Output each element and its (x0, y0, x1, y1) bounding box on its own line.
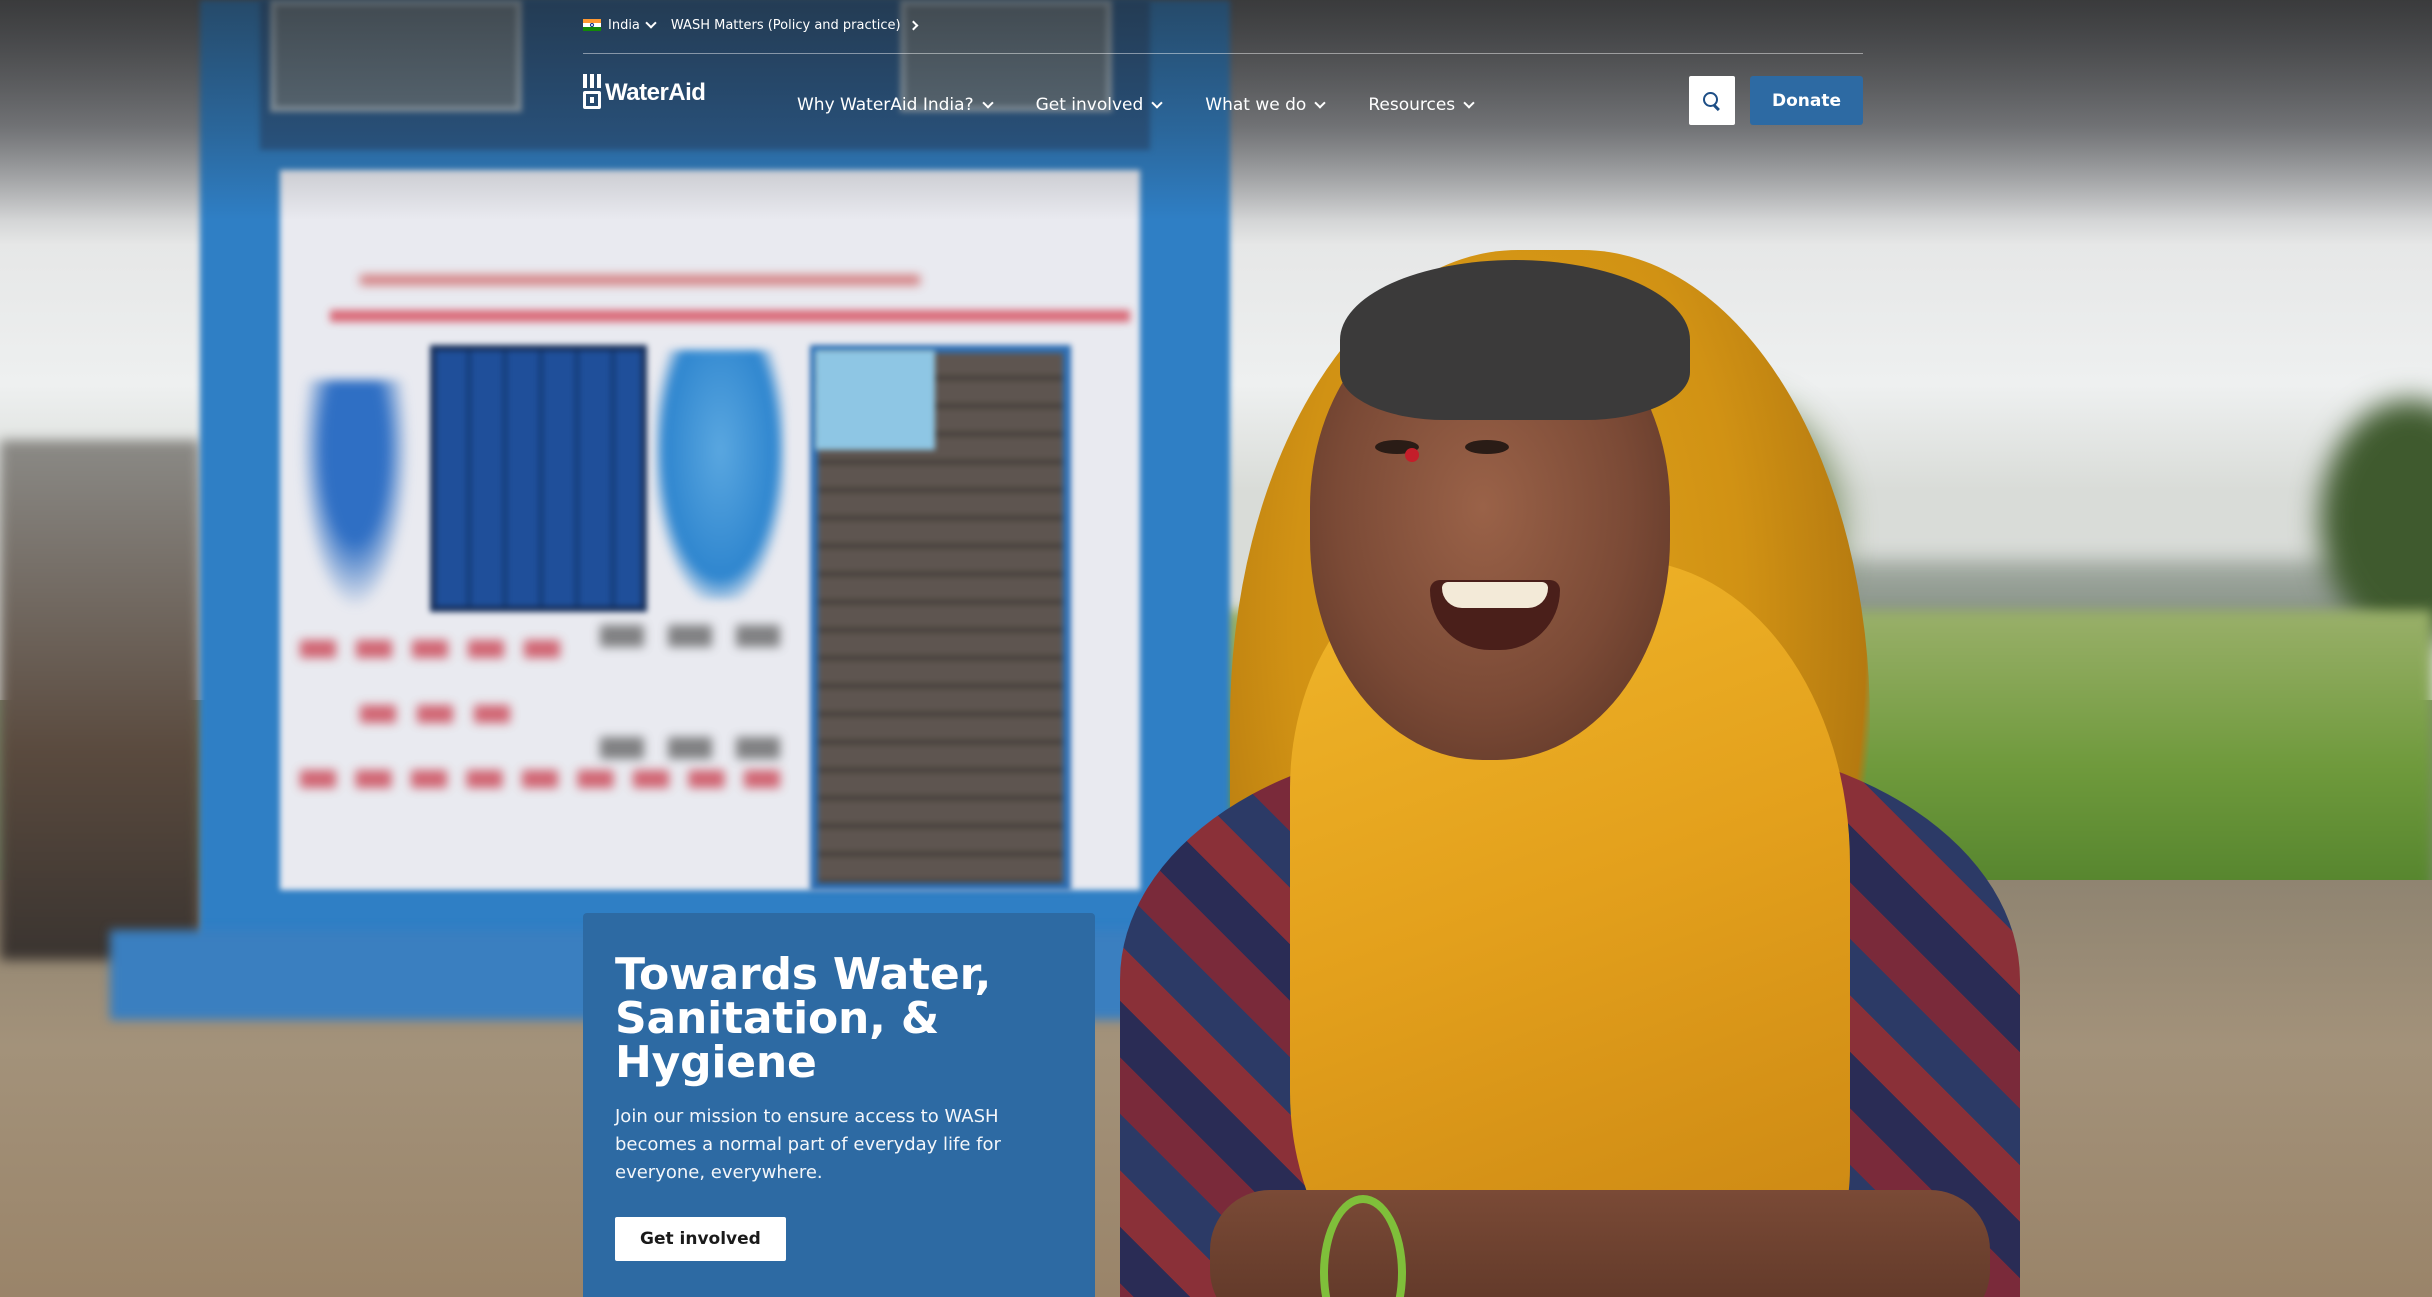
hero-title: Towards Water, Sanitation, & Hygiene (615, 949, 992, 1088)
main-nav: Why WaterAid India? Get involved What we… (797, 90, 1517, 120)
country-selector[interactable]: India (583, 17, 657, 33)
hero-background-image (0, 0, 2432, 1297)
nav-item-why-wateraid-india[interactable]: Why WaterAid India? (797, 95, 994, 115)
wash-matters-link[interactable]: WASH Matters (Policy and practice) (670, 17, 919, 33)
page: India WASH Matters (Policy and practice)… (0, 0, 2432, 1297)
wateraid-logo[interactable]: WaterAid (583, 73, 706, 113)
country-label: India (608, 17, 640, 33)
chevron-down-icon (1151, 97, 1163, 109)
utility-bar: India WASH Matters (Policy and practice) (583, 14, 919, 36)
search-icon (1703, 91, 1721, 110)
chevron-down-icon (1314, 97, 1326, 109)
chevron-down-icon (1463, 97, 1475, 109)
header-divider (583, 53, 1863, 54)
hero-card: Towards Water, Sanitation, & Hygiene Joi… (583, 913, 1095, 1297)
chevron-down-icon (645, 17, 657, 29)
hero-subtitle: Join our mission to ensure access to WAS… (615, 1106, 1001, 1183)
chevron-down-icon (981, 97, 994, 109)
nav-item-label: Resources (1368, 95, 1456, 115)
get-involved-button[interactable]: Get involved (615, 1217, 786, 1261)
nav-item-resources[interactable]: Resources (1368, 95, 1475, 115)
search-button[interactable] (1689, 76, 1735, 125)
logo-text: WaterAid (605, 79, 706, 106)
wash-matters-label: WASH Matters (Policy and practice) (670, 17, 901, 33)
nav-item-label: What we do (1205, 95, 1307, 115)
india-flag-icon (583, 19, 601, 31)
nav-item-what-we-do[interactable]: What we do (1205, 95, 1326, 115)
nav-item-label: Why WaterAid India? (797, 95, 974, 115)
nav-item-get-involved[interactable]: Get involved (1035, 95, 1163, 115)
woman-portrait (1080, 240, 2040, 1297)
donate-button[interactable]: Donate (1750, 76, 1863, 125)
wateraid-logo-icon (583, 74, 601, 112)
chevron-right-icon (908, 20, 919, 30)
nav-item-label: Get involved (1035, 95, 1144, 115)
